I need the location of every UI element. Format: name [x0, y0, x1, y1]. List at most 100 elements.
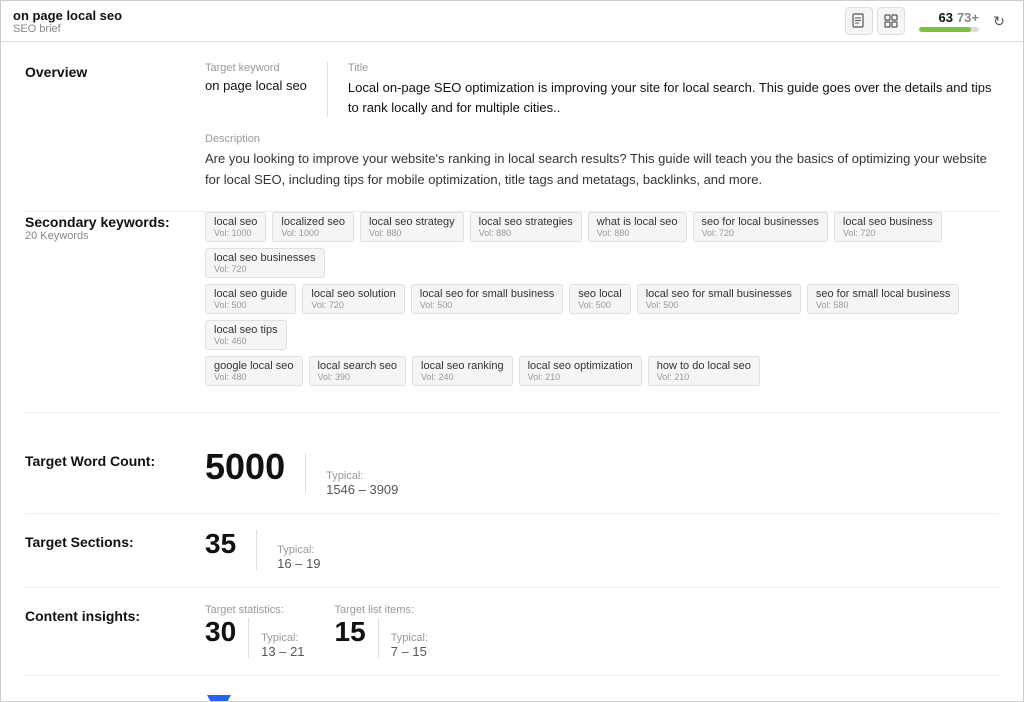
- view-icon-btn-1[interactable]: [845, 7, 873, 35]
- keyword-tag[interactable]: local seo businessVol: 720: [834, 212, 942, 242]
- keyword-tag-vol: Vol: 210: [528, 372, 561, 382]
- keyword-tag[interactable]: local seo solutionVol: 720: [302, 284, 404, 314]
- title-bar-left: on page local seo SEO brief: [13, 8, 122, 35]
- keyword-tag-vol: Vol: 500: [214, 300, 247, 310]
- keywords-row: google local seoVol: 480local search seo…: [205, 356, 999, 386]
- keyword-tag[interactable]: local seo for small businessVol: 500: [411, 284, 564, 314]
- keyword-tag-name: local seo tips: [214, 324, 278, 336]
- keyword-tag-vol: Vol: 480: [214, 372, 247, 382]
- word-count-values: 5000 Typical: 1546 – 3909: [205, 449, 398, 497]
- list-typical-range: 7 – 15: [391, 644, 428, 659]
- target-keyword-label: Target keyword: [205, 62, 307, 74]
- sections-label: Target Sections:: [25, 530, 185, 550]
- word-count-label: Target Word Count:: [25, 449, 185, 469]
- keyword-tag-name: local seo guide: [214, 288, 287, 300]
- keyword-tag[interactable]: seo localVol: 500: [569, 284, 630, 314]
- keyword-tag-vol: Vol: 1000: [281, 228, 319, 238]
- keyword-tag-name: seo local: [578, 288, 621, 300]
- stats-typical-label: Typical:: [261, 632, 304, 644]
- keyword-tag[interactable]: seo for small local businessVol: 580: [807, 284, 960, 314]
- keyword-tag[interactable]: local seo strategyVol: 880: [360, 212, 464, 242]
- keyword-tag-name: local seo strategy: [369, 216, 455, 228]
- sections-section: Target Sections: 35 Typical: 16 – 19: [25, 514, 999, 588]
- keyword-tag-name: how to do local seo: [657, 360, 751, 372]
- keyword-tag[interactable]: local seo for small businessesVol: 500: [637, 284, 801, 314]
- stats-block: Target statistics: 30 Typical: 13 – 21: [205, 604, 305, 659]
- keywords-sublabel: 20 Keywords: [25, 230, 185, 242]
- divider: [248, 618, 249, 658]
- keywords-row: local seoVol: 1000localized seoVol: 1000…: [205, 212, 999, 278]
- keyword-tag[interactable]: local seo strategiesVol: 880: [470, 212, 582, 242]
- divider: [378, 618, 379, 658]
- sections-typical: Typical: 16 – 19: [277, 544, 320, 571]
- keyword-tag[interactable]: local seo tipsVol: 460: [205, 320, 287, 350]
- keyword-tag[interactable]: local seo businessesVol: 720: [205, 248, 325, 278]
- keyword-tag-vol: Vol: 210: [657, 372, 690, 382]
- overview-section: Overview Target keyword on page local se…: [25, 62, 999, 212]
- score-numbers: 63 73+: [938, 10, 979, 25]
- secondary-keywords-section: Secondary keywords: 20 Keywords local se…: [25, 212, 999, 413]
- sections-typical-range: 16 – 19: [277, 556, 320, 571]
- description-label: Description: [205, 133, 999, 145]
- insights-inner: Target statistics: 30 Typical: 13 – 21 T…: [205, 604, 428, 659]
- keywords-tags-col: local seoVol: 1000localized seoVol: 1000…: [205, 212, 999, 392]
- document-icon: [851, 13, 867, 29]
- keyword-tag-name: local seo business: [843, 216, 933, 228]
- description-text: Are you looking to improve your website'…: [205, 149, 999, 191]
- keyword-tag[interactable]: localized seoVol: 1000: [272, 212, 354, 242]
- keyword-tag[interactable]: local search seoVol: 390: [309, 356, 407, 386]
- keyword-tag-vol: Vol: 390: [318, 372, 351, 382]
- keyword-tag[interactable]: google local seoVol: 480: [205, 356, 303, 386]
- keyword-tag-vol: Vol: 500: [578, 300, 611, 310]
- keyword-tag-name: seo for local businesses: [702, 216, 819, 228]
- keyword-tag[interactable]: local seo rankingVol: 240: [412, 356, 513, 386]
- keyword-tag[interactable]: local seoVol: 1000: [205, 212, 266, 242]
- score-bar: [919, 27, 979, 32]
- score-target: 73+: [957, 10, 979, 25]
- keyword-tag[interactable]: seo for local businessesVol: 720: [693, 212, 828, 242]
- keyword-tag-vol: Vol: 1000: [214, 228, 252, 238]
- main-content: Overview Target keyword on page local se…: [1, 42, 1023, 701]
- word-count-section: Target Word Count: 5000 Typical: 1546 – …: [25, 433, 999, 514]
- keyword-tag[interactable]: how to do local seoVol: 210: [648, 356, 760, 386]
- keyword-tag-vol: Vol: 720: [214, 264, 247, 274]
- document-subtitle: SEO brief: [13, 23, 122, 35]
- keyword-tag-name: what is local seo: [597, 216, 678, 228]
- keyword-tag-name: local search seo: [318, 360, 398, 372]
- funnel-stage-section: Funnel Stage: TOFU: [25, 676, 999, 701]
- score-icons: [845, 7, 905, 35]
- keyword-tag[interactable]: what is local seoVol: 880: [588, 212, 687, 242]
- keyword-tag-vol: Vol: 880: [369, 228, 402, 238]
- keyword-tag-name: google local seo: [214, 360, 294, 372]
- keyword-tag-vol: Vol: 500: [646, 300, 679, 310]
- keyword-tag-name: localized seo: [281, 216, 345, 228]
- list-icon: [883, 13, 899, 29]
- word-count-typical-label: Typical:: [326, 470, 398, 482]
- keyword-tag-name: local seo solution: [311, 288, 395, 300]
- score-bar-fill: [919, 27, 971, 32]
- view-icon-btn-2[interactable]: [877, 7, 905, 35]
- title-label: Title: [348, 62, 999, 74]
- funnel-triangle: [207, 695, 231, 701]
- keyword-tag-name: local seo businesses: [214, 252, 316, 264]
- sections-values: 35 Typical: 16 – 19: [205, 530, 321, 571]
- title-text: Local on-page SEO optimization is improv…: [348, 78, 999, 117]
- stats-value: 30: [205, 618, 236, 646]
- word-count-typical: Typical: 1546 – 3909: [326, 470, 398, 497]
- refresh-button[interactable]: ↻: [987, 9, 1011, 33]
- title-bar: on page local seo SEO brief: [1, 1, 1023, 42]
- word-count-value: 5000: [205, 449, 285, 485]
- keyword-tag-vol: Vol: 720: [702, 228, 735, 238]
- list-label: Target list items:: [335, 604, 428, 616]
- title-block: Title Local on-page SEO optimization is …: [348, 62, 999, 117]
- keyword-tag-vol: Vol: 720: [311, 300, 344, 310]
- keyword-tag[interactable]: local seo guideVol: 500: [205, 284, 296, 314]
- keyword-tag[interactable]: local seo optimizationVol: 210: [519, 356, 642, 386]
- sections-typical-label: Typical:: [277, 544, 320, 556]
- word-count-typical-range: 1546 – 3909: [326, 482, 398, 497]
- keywords-label-col: Secondary keywords: 20 Keywords: [25, 212, 185, 242]
- overview-content: Target keyword on page local seo Title L…: [205, 62, 999, 191]
- document-title: on page local seo: [13, 8, 122, 23]
- keyword-tag-vol: Vol: 240: [421, 372, 454, 382]
- keyword-tag-name: local seo for small business: [420, 288, 555, 300]
